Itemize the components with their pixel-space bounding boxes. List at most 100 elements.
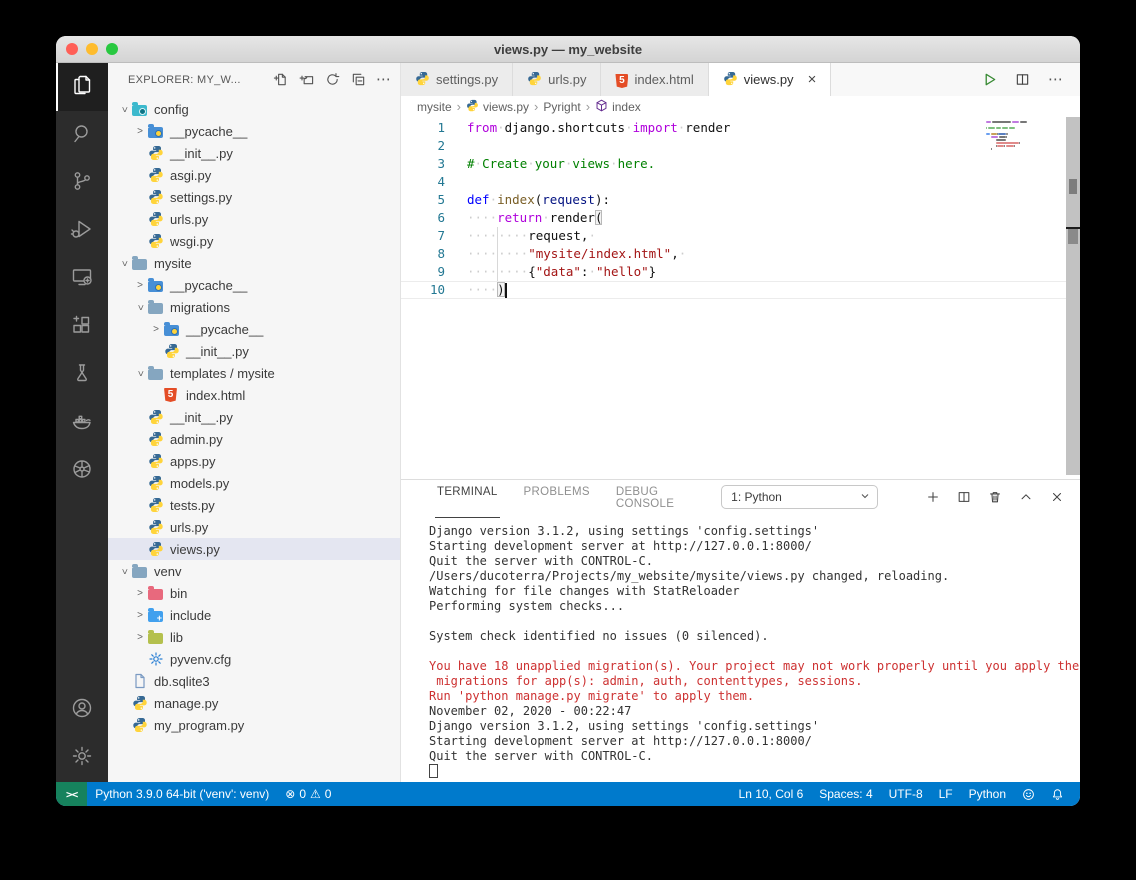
editor-tab[interactable]: settings.py bbox=[401, 63, 513, 96]
activity-bar-item-search[interactable] bbox=[56, 111, 108, 159]
activity-bar-item-source-control[interactable] bbox=[56, 159, 108, 207]
status-label: 0 bbox=[299, 787, 306, 801]
editor-tab[interactable]: views.py× bbox=[709, 63, 832, 96]
activity-bar-item-explorer[interactable] bbox=[56, 63, 108, 111]
maximize-panel-icon[interactable] bbox=[1019, 490, 1033, 504]
tree-item[interactable]: views.py bbox=[108, 538, 400, 560]
tree-item-label: views.py bbox=[170, 542, 220, 557]
status-item-problems-summary[interactable]: ⊗0⚠0 bbox=[277, 782, 339, 806]
activity-bar-item-test[interactable] bbox=[56, 351, 108, 399]
tree-item[interactable]: asgi.py bbox=[108, 164, 400, 186]
chevron-down-icon bbox=[859, 490, 871, 505]
breadcrumb-item[interactable]: mysite bbox=[417, 100, 452, 114]
new-folder-icon[interactable] bbox=[298, 72, 314, 88]
tree-item-label: include bbox=[170, 608, 211, 623]
breadcrumb-item[interactable]: Pyright bbox=[543, 100, 580, 114]
tree-item[interactable]: >include bbox=[108, 604, 400, 626]
activity-bar-item-run-debug[interactable] bbox=[56, 207, 108, 255]
split-terminal-icon[interactable] bbox=[957, 490, 971, 504]
tree-item[interactable]: >templates / mysite bbox=[108, 362, 400, 384]
tab-label: urls.py bbox=[548, 72, 586, 87]
tree-item[interactable]: >venv bbox=[108, 560, 400, 582]
tree-item[interactable]: >mysite bbox=[108, 252, 400, 274]
title-bar[interactable]: views.py — my_website bbox=[56, 36, 1080, 63]
line-number: 10 bbox=[401, 281, 467, 299]
status-item-remote-indicator[interactable]: >< bbox=[56, 782, 87, 806]
python-icon bbox=[148, 233, 170, 249]
tree-item[interactable]: pyvenv.cfg bbox=[108, 648, 400, 670]
terminal-selector-dropdown[interactable]: 1: Python bbox=[721, 485, 878, 509]
feedback-icon bbox=[1022, 788, 1035, 801]
line-number: 3 bbox=[401, 155, 467, 173]
status-item-feedback[interactable] bbox=[1014, 782, 1043, 806]
panel-tab-debug-console[interactable]: DEBUG CONSOLE bbox=[614, 477, 699, 518]
new-file-icon[interactable] bbox=[272, 72, 288, 88]
tree-item[interactable]: wsgi.py bbox=[108, 230, 400, 252]
tree-item[interactable]: models.py bbox=[108, 472, 400, 494]
minimap[interactable] bbox=[986, 121, 1062, 151]
close-panel-icon[interactable] bbox=[1050, 490, 1064, 504]
activity-bar-item-docker[interactable] bbox=[56, 399, 108, 447]
python-icon bbox=[148, 519, 170, 535]
tree-item[interactable]: tests.py bbox=[108, 494, 400, 516]
collapse-all-icon[interactable] bbox=[350, 72, 366, 88]
tree-item[interactable]: admin.py bbox=[108, 428, 400, 450]
refresh-icon[interactable] bbox=[324, 72, 340, 88]
run-icon[interactable] bbox=[982, 72, 997, 87]
tree-item[interactable]: >__pycache__ bbox=[108, 318, 400, 340]
tree-item[interactable]: >migrations bbox=[108, 296, 400, 318]
activity-bar-item-extensions[interactable] bbox=[56, 303, 108, 351]
editor-scrollbar[interactable] bbox=[1066, 117, 1080, 475]
tree-item[interactable]: db.sqlite3 bbox=[108, 670, 400, 692]
activity-bar-item-kubernetes[interactable] bbox=[56, 447, 108, 495]
status-item-eol[interactable]: LF bbox=[931, 782, 961, 806]
code-editor[interactable]: 1from·django.shortcuts·import·render23#·… bbox=[401, 117, 1080, 479]
editor-tab[interactable]: urls.py bbox=[513, 63, 601, 96]
status-item-notifications[interactable] bbox=[1043, 782, 1072, 806]
split-editor-icon[interactable] bbox=[1015, 72, 1030, 87]
status-item-cursor-position[interactable]: Ln 10, Col 6 bbox=[731, 782, 812, 806]
more-actions-icon[interactable]: ⋯ bbox=[376, 72, 392, 88]
panel-tab-problems[interactable]: PROBLEMS bbox=[522, 477, 592, 518]
folder-lib-icon bbox=[148, 631, 170, 644]
status-item-language-mode[interactable]: Python bbox=[961, 782, 1014, 806]
breadcrumb-item[interactable]: index bbox=[595, 99, 641, 115]
panel-tab-terminal[interactable]: TERMINAL bbox=[435, 477, 500, 518]
tree-item[interactable]: apps.py bbox=[108, 450, 400, 472]
scrollbar-thumb[interactable] bbox=[1069, 179, 1077, 194]
tree-item[interactable]: urls.py bbox=[108, 208, 400, 230]
tree-item[interactable]: manage.py bbox=[108, 692, 400, 714]
python-icon bbox=[132, 717, 154, 733]
activity-bar-item-settings-gear[interactable] bbox=[56, 734, 108, 782]
source-control-icon bbox=[70, 169, 94, 198]
editor-tab[interactable]: 5index.html bbox=[601, 63, 708, 96]
activity-bar-item-account[interactable] bbox=[56, 686, 108, 734]
status-item-indentation[interactable]: Spaces: 4 bbox=[811, 782, 880, 806]
tree-item[interactable]: urls.py bbox=[108, 516, 400, 538]
status-item-python-interpreter[interactable]: Python 3.9.0 64-bit ('venv': venv) bbox=[87, 782, 277, 806]
tree-item[interactable]: settings.py bbox=[108, 186, 400, 208]
tree-item[interactable]: >__pycache__ bbox=[108, 274, 400, 296]
close-tab-icon[interactable]: × bbox=[808, 72, 817, 87]
tree-item[interactable]: >__pycache__ bbox=[108, 120, 400, 142]
activity-bar-item-remote-explorer[interactable] bbox=[56, 255, 108, 303]
terminal-line: Django version 3.1.2, using settings 'co… bbox=[429, 524, 1080, 539]
more-actions-icon[interactable]: ⋯ bbox=[1048, 72, 1064, 87]
tree-item[interactable]: __init__.py bbox=[108, 340, 400, 362]
status-item-encoding[interactable]: UTF-8 bbox=[881, 782, 931, 806]
activity-bar bbox=[56, 63, 108, 782]
tree-item[interactable]: >bin bbox=[108, 582, 400, 604]
breadcrumb-item[interactable]: views.py bbox=[466, 99, 529, 115]
tree-item[interactable]: __init__.py bbox=[108, 406, 400, 428]
test-icon bbox=[70, 361, 94, 390]
tree-item[interactable]: >lib bbox=[108, 626, 400, 648]
tree-item[interactable]: my_program.py bbox=[108, 714, 400, 736]
new-terminal-icon[interactable] bbox=[926, 490, 940, 504]
bottom-panel: TERMINALPROBLEMSDEBUG CONSOLE 1: Python … bbox=[401, 479, 1080, 784]
tree-item[interactable]: 5index.html bbox=[108, 384, 400, 406]
tree-item[interactable]: >config bbox=[108, 98, 400, 120]
tree-item-label: venv bbox=[154, 564, 181, 579]
terminal-output[interactable]: Django version 3.1.2, using settings 'co… bbox=[401, 514, 1080, 784]
kill-terminal-icon[interactable] bbox=[988, 490, 1002, 504]
tree-item[interactable]: __init__.py bbox=[108, 142, 400, 164]
